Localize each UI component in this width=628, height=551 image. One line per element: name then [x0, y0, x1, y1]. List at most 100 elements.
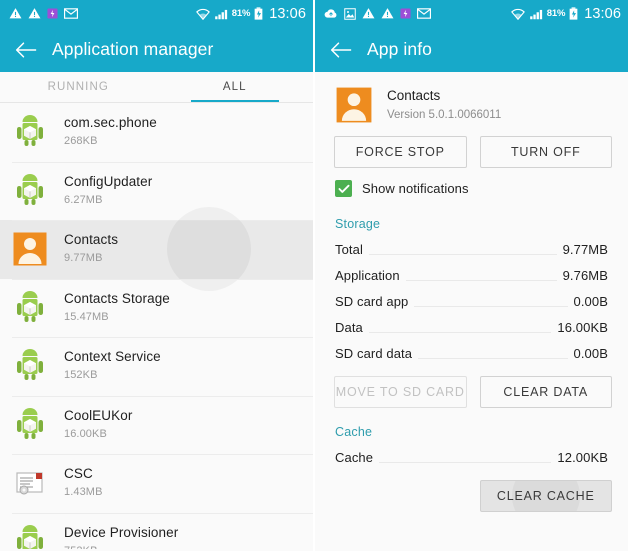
back-button[interactable] — [13, 37, 39, 63]
list-item-texts: CoolEUKor 16.00KB — [64, 408, 132, 442]
status-bar-right: 81% 13:06 — [315, 0, 628, 27]
clear-cache-label: CLEAR CACHE — [496, 489, 595, 503]
status-bar-right-icons: 81% 13:06 — [195, 5, 306, 22]
application-list[interactable]: com.sec.phone 268KB ConfigUpdater 6.27MB… — [0, 103, 313, 549]
wifi-icon — [510, 8, 525, 20]
status-bar-clock: 13:06 — [269, 5, 306, 22]
show-notifications-checkbox-row[interactable]: Show notifications — [315, 168, 628, 197]
clear-cache-button[interactable]: CLEAR CACHE — [479, 480, 612, 512]
list-item[interactable]: CoolEUKor 16.00KB — [0, 395, 313, 455]
app-size: 6.27MB — [64, 193, 103, 206]
image-icon — [344, 7, 356, 20]
dotted-leader — [414, 305, 568, 307]
app-name: com.sec.phone — [64, 115, 157, 131]
clear-data-button[interactable]: CLEAR DATA — [479, 376, 612, 408]
page-title: App info — [367, 39, 433, 59]
list-item-contacts[interactable]: Contacts 9.77MB — [0, 207, 313, 292]
tab-running[interactable]: RUNNING — [0, 72, 157, 102]
purple-square-icon — [400, 8, 411, 19]
checkbox-checked-icon[interactable] — [335, 180, 352, 197]
storage-row-total: Total 9.77MB — [315, 235, 628, 261]
arrow-left-icon — [330, 41, 352, 59]
dotted-leader — [405, 279, 557, 281]
cloud-upload-icon — [324, 8, 338, 19]
storage-row-sd-card-data: SD card data 0.00B — [315, 339, 628, 365]
list-item-texts: ConfigUpdater 6.27MB — [64, 174, 152, 208]
android-robot-icon — [12, 524, 48, 549]
action-button-row: FORCE STOP TURN OFF — [315, 134, 628, 168]
storage-row-data: Data 16.00KB — [315, 313, 628, 339]
dotted-leader — [368, 331, 552, 333]
app-name: Contacts — [64, 232, 119, 248]
dotted-leader — [379, 461, 552, 463]
app-info-body: Contacts Version 5.0.1.0066011 FORCE STO… — [315, 72, 628, 551]
warning-triangle-icon — [9, 7, 22, 20]
battery-percent-label: 81% — [231, 8, 251, 19]
tab-all[interactable]: ALL — [157, 72, 314, 102]
row-key: Data — [335, 320, 363, 335]
show-notifications-label: Show notifications — [362, 181, 469, 196]
row-value: 9.76MB — [562, 268, 608, 283]
storage-button-row: MOVE TO SD CARD CLEAR DATA — [315, 365, 628, 408]
app-identity-texts: Contacts Version 5.0.1.0066011 — [387, 87, 501, 123]
list-item[interactable]: CSC 1.43MB — [0, 454, 313, 513]
app-info-screen: 81% 13:06 App info Contacts Version 5.0.… — [315, 0, 628, 551]
app-name: Contacts — [387, 88, 441, 104]
list-item[interactable]: Contacts Storage 15.47MB — [0, 278, 313, 338]
contacts-person-icon — [12, 231, 48, 267]
signal-bars-icon — [214, 8, 228, 20]
list-item[interactable]: ConfigUpdater 6.27MB — [0, 161, 313, 221]
cache-section-header: Cache — [335, 425, 373, 439]
row-key: SD card app — [335, 294, 409, 309]
move-to-sd-card-button: MOVE TO SD CARD — [334, 376, 467, 408]
app-identity-header: Contacts Version 5.0.1.0066011 — [315, 72, 628, 134]
app-size: 268KB — [64, 135, 98, 148]
storage-section-header: Storage — [335, 217, 381, 231]
list-item-texts: com.sec.phone 268KB — [64, 115, 157, 149]
dotted-leader — [368, 253, 557, 255]
app-size: 9.77MB — [64, 252, 103, 265]
row-value: 16.00KB — [557, 320, 608, 335]
app-name: Device Provisioner — [64, 524, 179, 540]
force-stop-button[interactable]: FORCE STOP — [334, 136, 467, 168]
android-robot-icon — [12, 348, 48, 384]
page-title: Application manager — [52, 39, 214, 59]
android-robot-icon — [12, 407, 48, 443]
turn-off-label: TURN OFF — [510, 145, 581, 159]
battery-charging-icon — [569, 7, 578, 20]
dotted-leader — [418, 357, 568, 359]
clear-data-label: CLEAR DATA — [503, 385, 589, 399]
android-robot-icon — [12, 173, 48, 209]
storage-row-sd-card-app: SD card app 0.00B — [315, 287, 628, 313]
purple-square-icon — [47, 8, 58, 19]
row-value: 0.00B — [573, 294, 608, 309]
app-name: Context Service — [64, 349, 161, 365]
turn-off-button[interactable]: TURN OFF — [479, 136, 612, 168]
list-item[interactable]: Context Service 152KB — [0, 337, 313, 396]
document-gear-icon — [12, 465, 48, 501]
list-item-texts: Device Provisioner 752KB — [64, 525, 178, 549]
arrow-left-icon — [15, 41, 37, 59]
list-item[interactable]: Device Provisioner 752KB — [0, 512, 313, 549]
row-value: 9.77MB — [562, 242, 608, 257]
application-manager-screen: 81% 13:06 Application manager RUNNING AL… — [0, 0, 315, 551]
status-bar-right-icons: 81% 13:06 — [510, 6, 621, 22]
cache-row-cache: Cache 12.00KB — [315, 443, 628, 469]
android-robot-icon — [12, 290, 48, 326]
status-bar-left: 81% 13:06 — [0, 0, 313, 27]
app-name: CoolEUKor — [64, 407, 133, 423]
contacts-person-icon — [335, 86, 373, 124]
app-bar-left: Application manager — [0, 27, 313, 72]
envelope-icon — [64, 8, 78, 19]
status-bar-left-icons — [9, 7, 196, 20]
storage-row-application: Application 9.76MB — [315, 261, 628, 287]
back-button[interactable] — [328, 37, 354, 63]
list-item-texts: Contacts 9.77MB — [64, 232, 118, 266]
app-name: CSC — [64, 466, 93, 482]
warning-triangle-icon — [362, 7, 375, 20]
signal-bars-icon — [529, 8, 543, 20]
cache-button-row: CLEAR CACHE — [315, 469, 628, 512]
list-item[interactable]: com.sec.phone 268KB — [0, 103, 313, 162]
app-size: 1.43MB — [64, 486, 103, 499]
warning-triangle-icon — [28, 7, 41, 20]
